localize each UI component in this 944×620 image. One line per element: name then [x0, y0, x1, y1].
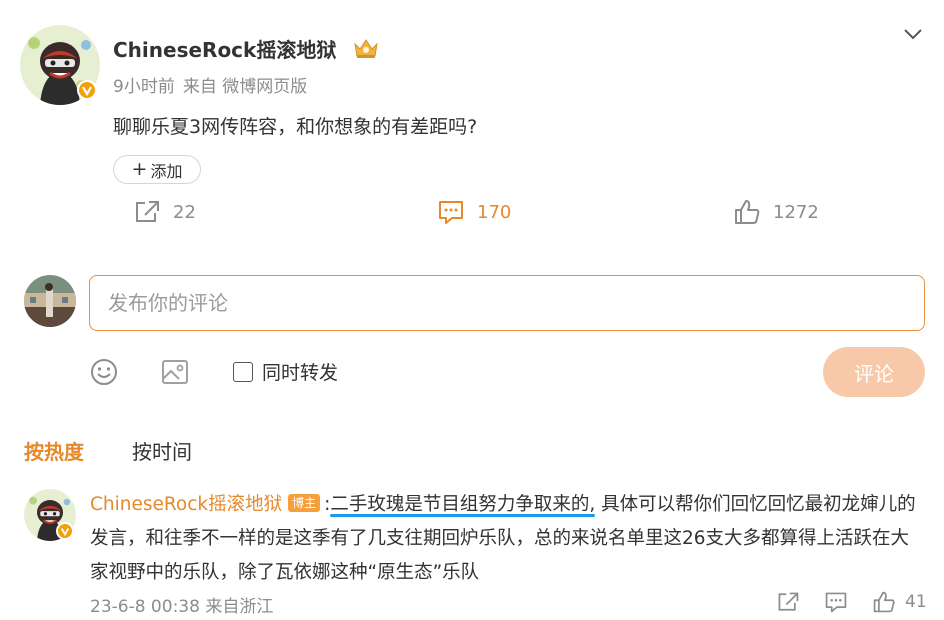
share-icon — [136, 201, 159, 222]
comment-icon — [439, 201, 463, 224]
comment-highlight: 二手玫瑰是节目组努力争取来的, — [330, 494, 596, 515]
like-button[interactable]: 1272 — [733, 199, 819, 225]
plus-icon: + — [131, 158, 148, 180]
add-tag-label: 添加 — [150, 161, 183, 181]
verified-icon — [56, 522, 74, 540]
comment-date: 23-6-8 00:38 — [90, 597, 200, 617]
crown-icon — [352, 36, 380, 64]
comment-icon — [825, 592, 847, 613]
comment-meta: 23-6-8 00:38 来自浙江 — [90, 592, 273, 617]
add-tag-button[interactable]: + 添加 — [113, 155, 201, 184]
tab-sort-time[interactable]: 按时间 — [132, 436, 192, 465]
verified-icon — [77, 80, 97, 100]
comment-input[interactable] — [89, 275, 925, 331]
image-icon[interactable] — [160, 357, 190, 391]
checkbox[interactable] — [233, 361, 253, 382]
comment-count: 170 — [477, 201, 512, 223]
host-badge: 博主 — [288, 494, 321, 512]
share-button[interactable]: 22 — [133, 199, 196, 225]
commenter-name[interactable]: ChineseRock摇滚地狱 — [90, 494, 282, 515]
comment-like-button[interactable]: 41 — [872, 590, 927, 614]
post-source: 来自 微博网页版 — [182, 77, 308, 97]
comment-location: 来自浙江 — [205, 597, 274, 617]
post-text: 聊聊乐夏3网传阵容，和你想象的有差距吗? — [113, 116, 478, 138]
comment-button[interactable]: 170 — [437, 199, 511, 225]
post-meta: 9小时前 来自 微博网页版 — [113, 72, 315, 97]
repost-checkbox[interactable]: 同时转发 — [233, 358, 338, 385]
post-time[interactable]: 9小时前 — [113, 77, 175, 97]
comment-share-button[interactable] — [776, 590, 800, 614]
share-icon — [778, 592, 799, 611]
my-avatar[interactable] — [24, 275, 76, 327]
chevron-down-icon[interactable] — [901, 22, 925, 46]
emoji-icon[interactable] — [89, 357, 119, 391]
like-icon — [735, 200, 760, 224]
share-count: 22 — [173, 201, 196, 223]
comment-text: ChineseRock摇滚地狱 博主:二手玫瑰是节目组努力争取来的, 具体可以帮你… — [90, 488, 925, 590]
like-icon — [873, 591, 895, 613]
submit-comment-button[interactable]: 评论 — [823, 347, 925, 397]
repost-label: 同时转发 — [262, 362, 339, 384]
comment-like-count: 41 — [905, 592, 927, 612]
comment-reply-button[interactable] — [824, 590, 848, 614]
tab-sort-hot[interactable]: 按热度 — [24, 436, 84, 465]
like-count: 1272 — [773, 201, 819, 223]
author-name[interactable]: ChineseRock摇滚地狱 — [113, 34, 336, 63]
